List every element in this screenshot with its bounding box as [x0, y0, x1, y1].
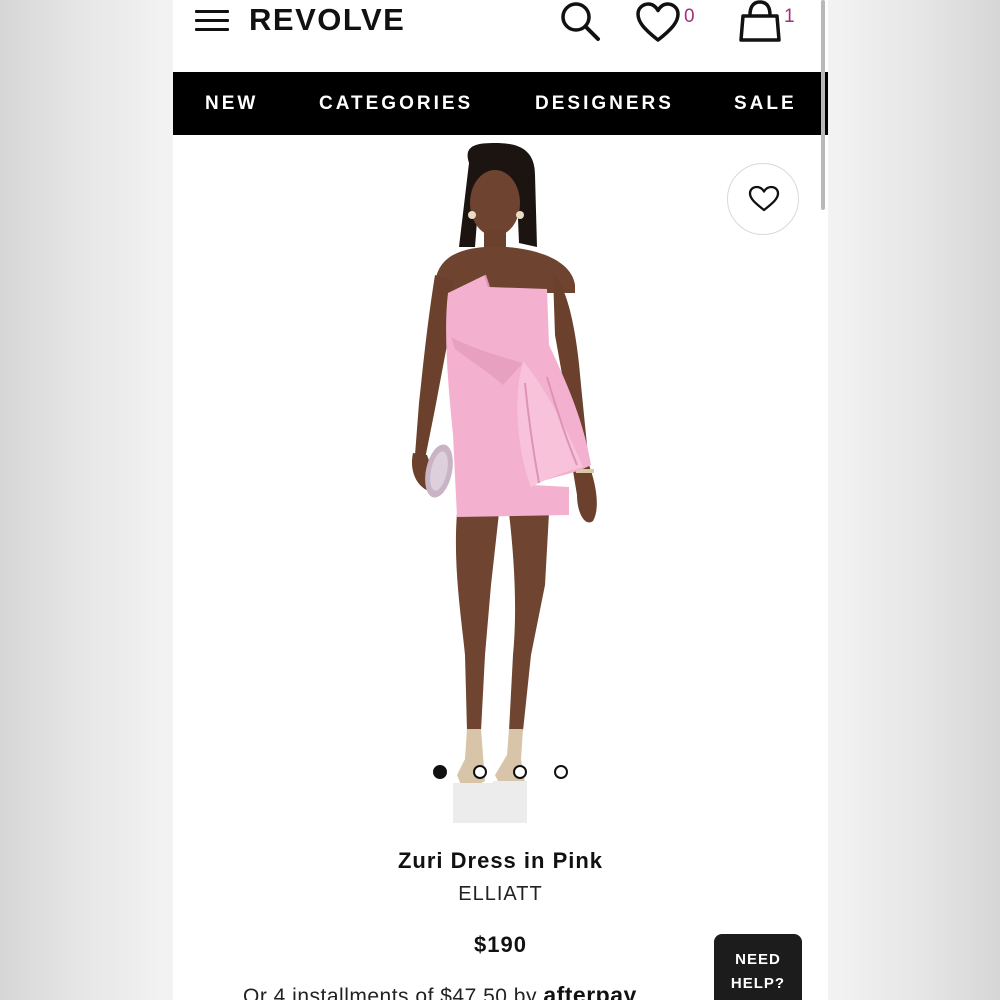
heart-icon[interactable] [635, 2, 681, 44]
app-screen: REVOLVE 0 1 NEW CATEGORIES DESIGNERS SAL… [173, 0, 828, 1000]
installments-label: Or 4 installments of $47.50 by [243, 985, 544, 1000]
need-help-button[interactable]: NEED HELP? [714, 934, 802, 1000]
nav-item-new[interactable]: NEW [205, 72, 258, 135]
image-pagination [173, 765, 828, 781]
search-icon[interactable] [557, 0, 603, 46]
product-image[interactable] [173, 135, 828, 835]
page-scrollbar[interactable] [821, 0, 825, 210]
menu-icon[interactable] [195, 10, 229, 34]
bag-count: 1 [784, 6, 795, 27]
site-logo[interactable]: REVOLVE [249, 2, 405, 38]
need-help-line2: HELP? [730, 975, 786, 992]
need-help-line1: NEED [735, 951, 781, 968]
nav-item-sale[interactable]: SALE [734, 72, 797, 135]
site-header: REVOLVE 0 1 [173, 0, 828, 72]
favorite-button[interactable] [727, 163, 799, 235]
pagination-dot[interactable] [513, 765, 527, 779]
category-nav: NEW CATEGORIES DESIGNERS SALE [173, 72, 828, 135]
afterpay-logo[interactable]: afterpay [543, 982, 636, 1000]
pagination-dot[interactable] [473, 765, 487, 779]
wishlist-count: 0 [684, 6, 695, 27]
installments-text: Or 4 installments of $47.50 by afterpay [243, 982, 637, 1000]
pagination-dot[interactable] [554, 765, 568, 779]
product-brand[interactable]: ELLIATT [173, 883, 828, 906]
nav-item-designers[interactable]: DESIGNERS [535, 72, 674, 135]
pagination-dot[interactable] [433, 765, 447, 779]
product-title: Zuri Dress in Pink [397, 848, 604, 873]
shopping-bag-icon[interactable] [738, 0, 784, 44]
heart-icon [748, 185, 780, 212]
nav-item-categories[interactable]: CATEGORIES [319, 72, 473, 135]
